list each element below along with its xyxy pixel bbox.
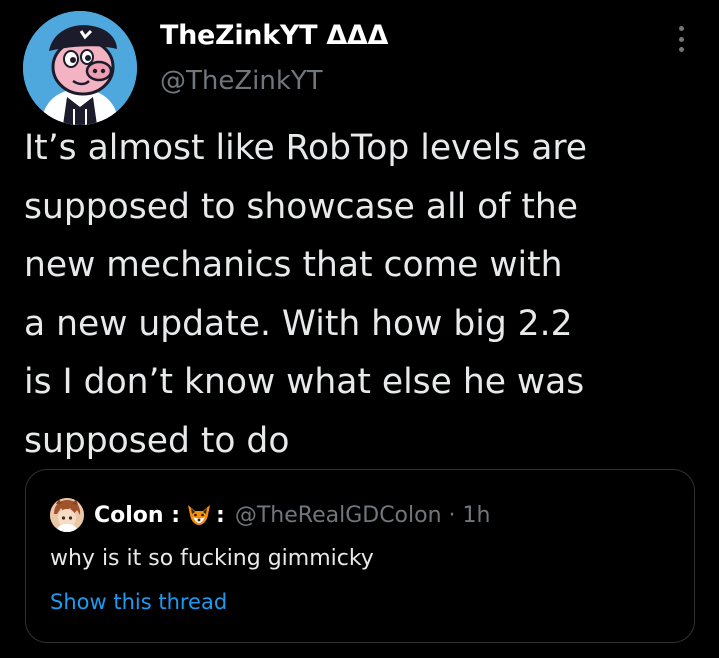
quoted-tweet-card[interactable]: Colon : : @TheRealGDColon · 1h why is it… xyxy=(25,469,695,643)
anime-character-avatar-icon xyxy=(50,498,84,532)
tweet-text-line: supposed to showcase all of the xyxy=(24,186,578,227)
quoted-author-name-suffix: : xyxy=(216,502,225,528)
fox-face-icon xyxy=(188,505,211,525)
tweet-text-line: is I don’t know what else he was xyxy=(24,362,585,402)
author-handle[interactable]: @TheZinkYT xyxy=(160,66,323,96)
more-options-icon xyxy=(678,26,684,31)
cartoon-pig-avatar-icon xyxy=(23,11,137,125)
quoted-tweet-header: Colon : : @TheRealGDColon · 1h xyxy=(50,498,490,532)
tweet-text-line: supposed to do xyxy=(24,420,290,461)
quoted-tweet-time[interactable]: 1h xyxy=(463,503,491,528)
author-avatar[interactable] xyxy=(23,11,137,125)
quoted-author-avatar[interactable] xyxy=(50,498,84,532)
tweet-text-line: It’s almost like RobTop levels are xyxy=(24,128,588,168)
author-name[interactable]: TheZinkYT ΔΔΔ xyxy=(160,20,388,51)
tweet-text-line: a new update. With how big 2.2 xyxy=(24,303,573,344)
quoted-tweet-text: why is it so fucking gimmicky xyxy=(50,546,374,571)
tweet-text-line: new mechanics that come with xyxy=(24,245,563,285)
quoted-author-handle[interactable]: @TheRealGDColon xyxy=(235,503,442,528)
quoted-author-name[interactable]: Colon : xyxy=(94,503,180,528)
tweet: TheZinkYT ΔΔΔ @TheZinkYT It’s almost lik… xyxy=(0,0,719,658)
more-options-button[interactable] xyxy=(668,24,694,54)
show-thread-link[interactable]: Show this thread xyxy=(50,590,227,614)
separator-dot: · xyxy=(448,502,456,528)
tweet-text: It’s almost like RobTop levels are suppo… xyxy=(24,119,684,470)
